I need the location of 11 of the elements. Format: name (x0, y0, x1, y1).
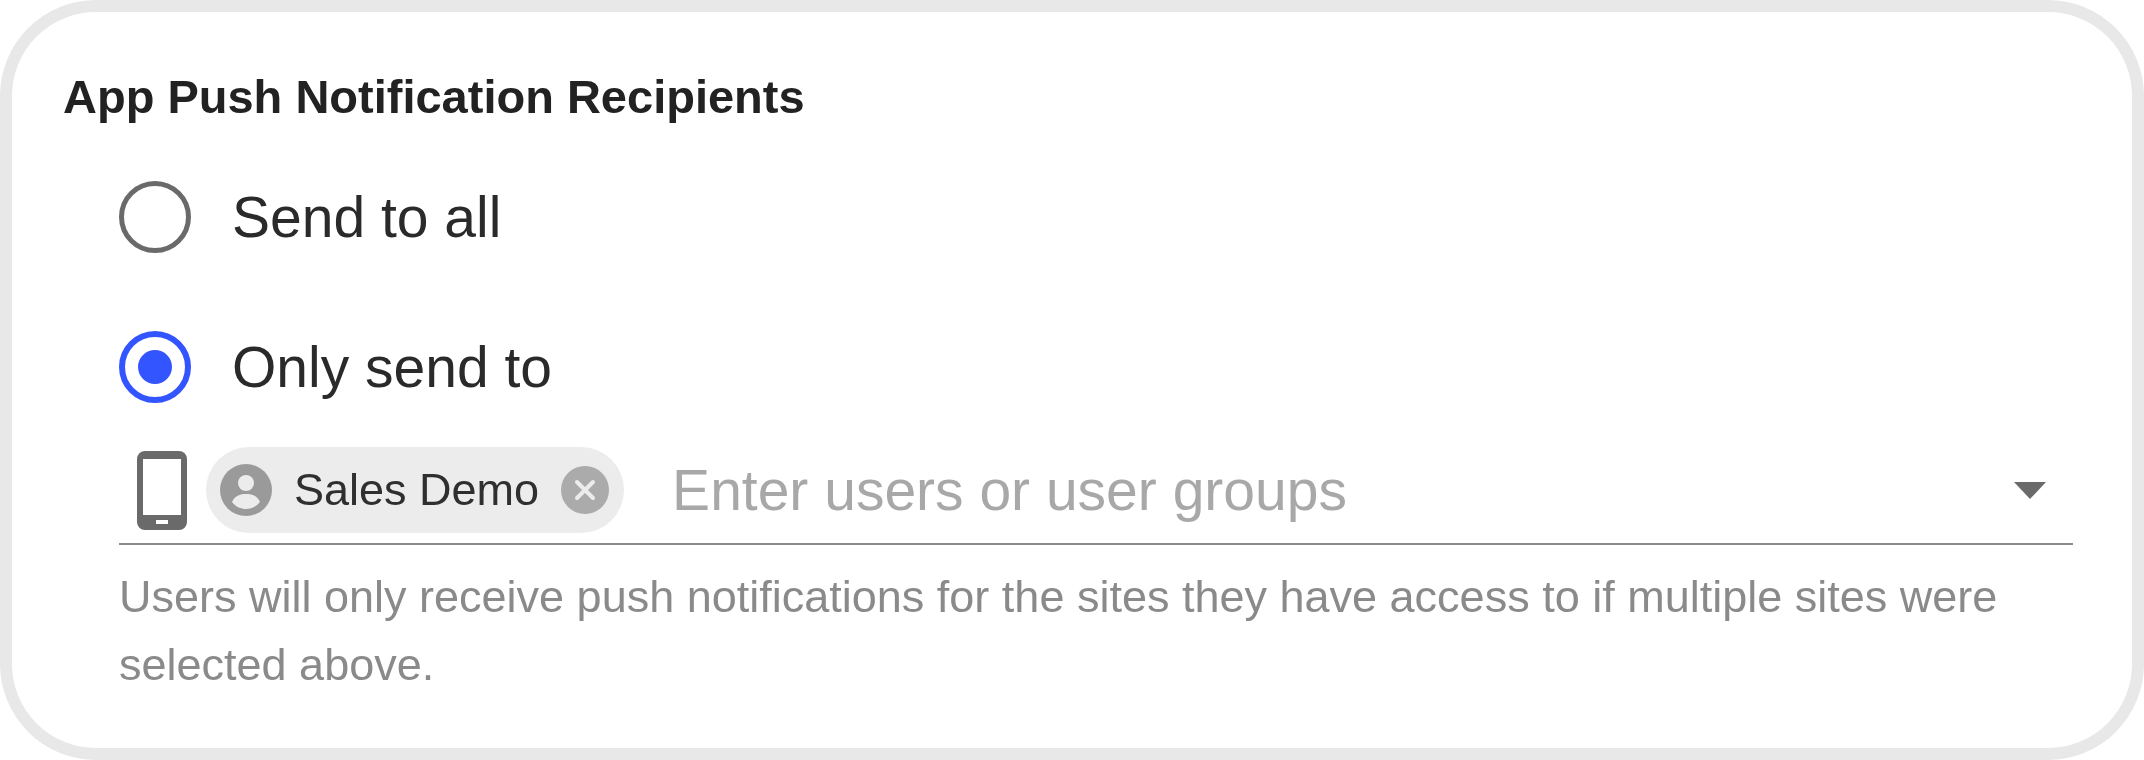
radio-button[interactable] (119, 331, 191, 403)
section-title: App Push Notification Recipients (63, 69, 806, 125)
phone-icon (137, 450, 187, 530)
dropdown-arrow-icon[interactable] (2014, 481, 2046, 499)
option-label[interactable]: Send to all (232, 183, 502, 251)
person-icon (220, 464, 272, 516)
helper-text: Users will only receive push notifications for the sites they have access to if multiple sites were selected above. (119, 570, 1999, 692)
user-search-input[interactable]: Enter users or user groups (672, 456, 2014, 524)
radio-button[interactable] (119, 181, 191, 253)
option-label[interactable]: Only send to (232, 333, 552, 401)
user-chip[interactable]: Sales Demo (206, 447, 625, 533)
